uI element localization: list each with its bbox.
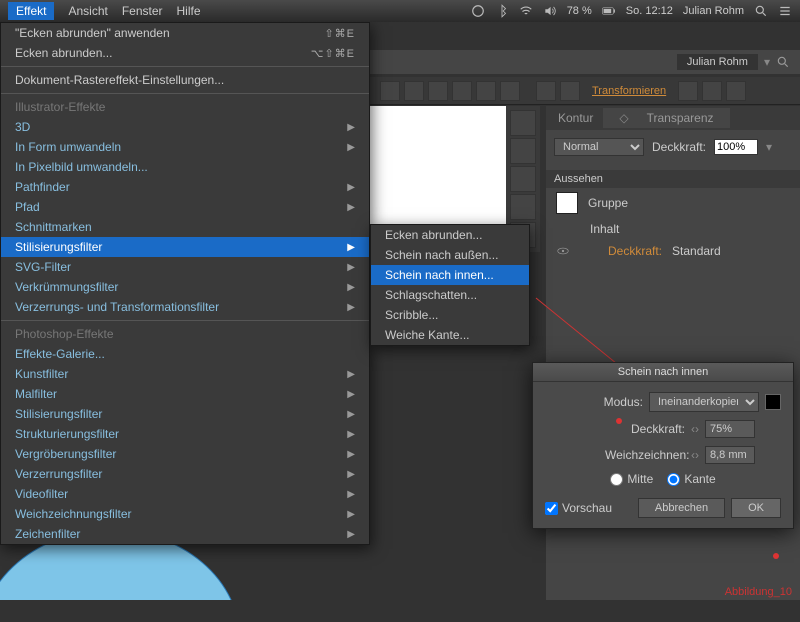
menu-stylize-ps[interactable]: Stilisierungsfilter▶ xyxy=(1,404,369,424)
menu-warp[interactable]: Verkrümmungsfilter▶ xyxy=(1,277,369,297)
ok-button[interactable]: OK xyxy=(731,498,781,518)
menu-fenster[interactable]: Fenster xyxy=(122,4,163,18)
volume-icon[interactable] xyxy=(543,4,557,18)
menu-icon[interactable] xyxy=(778,4,792,18)
siri-icon[interactable] xyxy=(471,4,485,18)
menubar: Effekt Ansicht Fenster Hilfe 78 % So. 12… xyxy=(0,0,800,22)
menu-3d[interactable]: 3D▶ xyxy=(1,117,369,137)
transform-link[interactable]: Transformieren xyxy=(592,85,666,97)
appearance-content: Inhalt xyxy=(590,222,619,236)
menu-fx-gallery[interactable]: Effekte-Galerie... xyxy=(1,344,369,364)
appearance-group: Gruppe xyxy=(588,196,628,210)
appearance-opacity-link[interactable]: Deckkraft: xyxy=(608,244,662,258)
mode-select[interactable]: Ineinanderkopieren xyxy=(649,392,759,412)
wifi-icon[interactable] xyxy=(519,4,533,18)
align-btn[interactable] xyxy=(452,81,472,101)
menu-raster-settings[interactable]: Dokument-Rastereffekt-Einstellungen... xyxy=(1,70,369,90)
fill-swatch[interactable] xyxy=(556,192,578,214)
sub-drop-shadow[interactable]: Schlagschatten... xyxy=(371,285,529,305)
sub-inner-glow[interactable]: Schein nach innen... xyxy=(371,265,529,285)
menu-pixelate[interactable]: Vergröberungsfilter▶ xyxy=(1,444,369,464)
dialog-title: Schein nach innen xyxy=(533,363,793,382)
opacity-input[interactable] xyxy=(714,139,758,155)
menu-texture[interactable]: Strukturierungsfilter▶ xyxy=(1,424,369,444)
menu-convert-shape[interactable]: In Form umwandeln▶ xyxy=(1,137,369,157)
sub-outer-glow[interactable]: Schein nach außen... xyxy=(371,245,529,265)
glow-color-swatch[interactable] xyxy=(765,394,781,410)
spotlight-icon[interactable] xyxy=(754,4,768,18)
blur-input[interactable] xyxy=(705,446,755,464)
align-btn[interactable] xyxy=(560,81,580,101)
bluetooth-icon[interactable] xyxy=(495,4,509,18)
radio-center[interactable]: Mitte xyxy=(610,472,653,486)
opacity-label: Deckkraft: xyxy=(652,140,706,154)
stylize-submenu: Ecken abrunden... Schein nach außen... S… xyxy=(370,224,530,346)
menu-effekt[interactable]: Effekt xyxy=(8,2,54,20)
menu-apply-last[interactable]: "Ecken abrunden" anwenden⇧⌘E xyxy=(1,23,369,43)
battery-percent: 78 % xyxy=(567,5,592,17)
opacity-label: Deckkraft: xyxy=(605,422,685,436)
panel-icon[interactable] xyxy=(510,166,536,192)
menu-video[interactable]: Videofilter▶ xyxy=(1,484,369,504)
search-icon[interactable] xyxy=(776,55,790,69)
menu-last-effect[interactable]: Ecken abrunden...⌥⇧⌘E xyxy=(1,43,369,63)
menu-stylize[interactable]: Stilisierungsfilter▶ xyxy=(1,237,369,257)
menu-svg-filter[interactable]: SVG-Filter▶ xyxy=(1,257,369,277)
menu-hilfe[interactable]: Hilfe xyxy=(177,4,201,18)
menu-ansicht[interactable]: Ansicht xyxy=(68,4,107,18)
menu-path[interactable]: Pfad▶ xyxy=(1,197,369,217)
align-btn[interactable] xyxy=(428,81,448,101)
menu-distort-ps[interactable]: Verzerrungsfilter▶ xyxy=(1,464,369,484)
align-btn[interactable] xyxy=(536,81,556,101)
inner-glow-dialog: Schein nach innen Modus: Ineinanderkopie… xyxy=(532,362,794,529)
section-photoshop: Photoshop-Effekte xyxy=(1,324,369,344)
tool-btn[interactable] xyxy=(702,81,722,101)
panel-icon[interactable] xyxy=(510,194,536,220)
align-btn[interactable] xyxy=(476,81,496,101)
menu-blur[interactable]: Weichzeichnungsfilter▶ xyxy=(1,504,369,524)
align-btn[interactable] xyxy=(380,81,400,101)
menu-artistic[interactable]: Kunstfilter▶ xyxy=(1,364,369,384)
figure-caption: Abbildung_10 xyxy=(725,586,792,598)
tab-stroke[interactable]: Kontur xyxy=(550,108,601,128)
align-btn[interactable] xyxy=(404,81,424,101)
workspace-user[interactable]: Julian Rohm xyxy=(677,54,758,70)
tab-transparency[interactable]: ◇Transparenz xyxy=(603,108,729,128)
panel-tabs: Kontur ◇Transparenz xyxy=(546,106,800,130)
menu-brush[interactable]: Malfilter▶ xyxy=(1,384,369,404)
sub-round-corners[interactable]: Ecken abrunden... xyxy=(371,225,529,245)
menu-pathfinder[interactable]: Pathfinder▶ xyxy=(1,177,369,197)
cancel-button[interactable]: Abbrechen xyxy=(638,498,725,518)
menubar-user[interactable]: Julian Rohm xyxy=(683,5,744,17)
menu-distort[interactable]: Verzerrungs- und Transformationsfilter▶ xyxy=(1,297,369,317)
mode-label: Modus: xyxy=(563,395,643,409)
opacity-input[interactable] xyxy=(705,420,755,438)
section-illustrator: Illustrator-Effekte xyxy=(1,97,369,117)
panel-icon[interactable] xyxy=(510,110,536,136)
appearance-opacity-value: Standard xyxy=(672,244,721,258)
sub-scribble[interactable]: Scribble... xyxy=(371,305,529,325)
menu-rasterize[interactable]: In Pixelbild umwandeln... xyxy=(1,157,369,177)
clock[interactable]: So. 12:12 xyxy=(626,5,673,17)
appearance-panel-head[interactable]: Aussehen xyxy=(546,170,800,188)
sub-feather[interactable]: Weiche Kante... xyxy=(371,325,529,345)
align-btn[interactable] xyxy=(500,81,520,101)
eye-icon[interactable] xyxy=(556,244,570,258)
effekt-dropdown: "Ecken abrunden" anwenden⇧⌘E Ecken abrun… xyxy=(0,22,370,545)
menu-cropmarks[interactable]: Schnittmarken xyxy=(1,217,369,237)
menu-sketch[interactable]: Zeichenfilter▶ xyxy=(1,524,369,544)
preview-checkbox[interactable]: Vorschau xyxy=(545,501,612,515)
blur-label: Weichzeichnen: xyxy=(605,448,685,462)
tool-btn[interactable] xyxy=(726,81,746,101)
annotation-dot xyxy=(773,553,779,559)
radio-edge[interactable]: Kante xyxy=(667,472,715,486)
blend-mode-select[interactable]: Normal xyxy=(554,138,644,156)
battery-icon[interactable] xyxy=(602,4,616,18)
annotation-dot xyxy=(616,418,622,424)
tool-btn[interactable] xyxy=(678,81,698,101)
panel-icon[interactable] xyxy=(510,138,536,164)
